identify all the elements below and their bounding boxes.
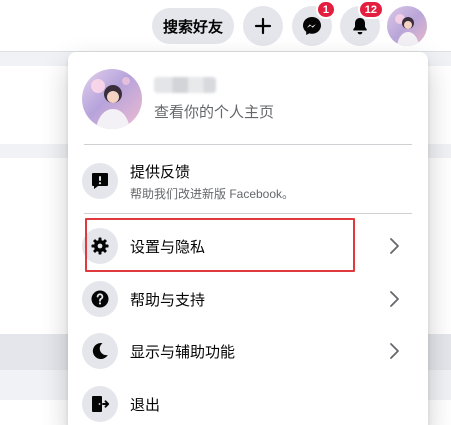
logout-label: 退出 (130, 396, 161, 414)
display-accessibility-item[interactable]: 显示与辅助功能 (76, 325, 420, 377)
account-avatar-button[interactable] (387, 6, 427, 46)
profile-link[interactable]: 查看你的个人主页 (82, 64, 414, 134)
chevron-right-icon (390, 343, 399, 359)
feedback-icon-wrap (82, 163, 118, 199)
chevron-right-icon (390, 238, 399, 254)
divider (84, 213, 412, 214)
feedback-label: 提供反馈 (130, 163, 191, 181)
messenger-icon (303, 17, 321, 35)
divider (84, 144, 412, 145)
notifications-button[interactable]: 12 (340, 0, 384, 46)
profile-name-redacted (154, 76, 216, 93)
logout-icon-wrap (82, 386, 118, 422)
highlight-annotation (85, 218, 355, 272)
help-support-item[interactable]: 帮助与支持 (76, 273, 420, 325)
search-friends-button[interactable]: 搜索好友 (152, 8, 234, 44)
moon-icon-wrap (82, 333, 118, 369)
avatar (387, 6, 427, 46)
logout-item[interactable]: 退出 (76, 378, 420, 425)
feedback-sublabel: 帮助我们改进新版 Facebook。 (130, 186, 295, 201)
plus-icon (254, 17, 272, 35)
help-support-label: 帮助与支持 (130, 291, 206, 309)
messenger-badge: 1 (315, 0, 336, 19)
view-profile-label: 查看你的个人主页 (154, 103, 275, 121)
logout-icon (92, 396, 110, 412)
question-icon-wrap (82, 281, 118, 317)
create-button[interactable] (243, 6, 283, 46)
display-accessibility-label: 显示与辅助功能 (130, 343, 236, 361)
feedback-icon (92, 173, 108, 189)
bell-icon (353, 18, 367, 35)
messenger-button[interactable]: 1 (292, 0, 336, 46)
chevron-right-icon (390, 291, 399, 307)
give-feedback-item[interactable]: 提供反馈 帮助我们改进新版 Facebook。 (76, 152, 420, 210)
notifications-badge: 12 (357, 0, 384, 19)
avatar (82, 69, 142, 129)
profile-avatar (82, 69, 142, 129)
moon-icon (92, 343, 108, 360)
question-icon (91, 290, 109, 308)
